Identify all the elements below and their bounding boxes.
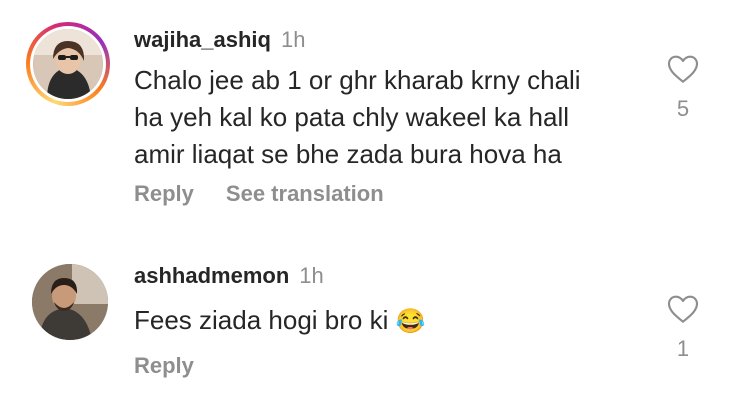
laughing-emoji: 😂 bbox=[395, 308, 426, 335]
comment-username[interactable]: wajiha_ashiq 1h bbox=[134, 27, 305, 53]
like-count: 5 bbox=[676, 96, 690, 121]
comment-item: ashhadmemon 1h Fees ziada hogi bro ki 😂 R… bbox=[0, 250, 740, 400]
comment-item: wajiha_ashiq 1h Chalo jee ab 1 or ghr kha… bbox=[0, 0, 740, 230]
heart-outline-icon[interactable] bbox=[660, 54, 706, 84]
comment-actions: Reply bbox=[134, 353, 226, 379]
see-translation-button[interactable]: See translation bbox=[226, 181, 384, 206]
comment-line: Chalo jee ab 1 or ghr kharab krny chali bbox=[134, 65, 581, 95]
reply-button[interactable]: Reply bbox=[134, 353, 194, 378]
comment-line: Fees ziada hogi bro ki bbox=[134, 305, 389, 335]
comment-text: Chalo jee ab 1 or ghr kharab krny chali … bbox=[134, 62, 644, 173]
like-button[interactable]: 1 bbox=[660, 294, 706, 362]
username-text[interactable]: wajiha_ashiq bbox=[134, 27, 271, 52]
like-button[interactable]: 5 bbox=[660, 54, 706, 122]
comment-time: 1h bbox=[299, 263, 324, 288]
comment-username[interactable]: ashhadmemon 1h bbox=[134, 263, 324, 289]
username-text[interactable]: ashhadmemon bbox=[134, 263, 289, 288]
comment-line: amir liaqat se bhe zada bura hova ha bbox=[134, 139, 562, 169]
comment-time: 1h bbox=[280, 27, 306, 52]
heart-outline-icon[interactable] bbox=[660, 294, 706, 324]
comment-text: Fees ziada hogi bro ki 😂 bbox=[134, 302, 644, 340]
comment-line: ha yeh kal ko pata chly wakeel ka hall bbox=[134, 102, 570, 132]
like-count: 1 bbox=[676, 336, 690, 361]
reply-button[interactable]: Reply bbox=[134, 181, 194, 206]
avatar bbox=[33, 29, 103, 99]
avatar[interactable] bbox=[32, 264, 108, 340]
comment-actions: Reply See translation bbox=[134, 181, 416, 207]
avatar-story-ring[interactable] bbox=[26, 22, 110, 106]
